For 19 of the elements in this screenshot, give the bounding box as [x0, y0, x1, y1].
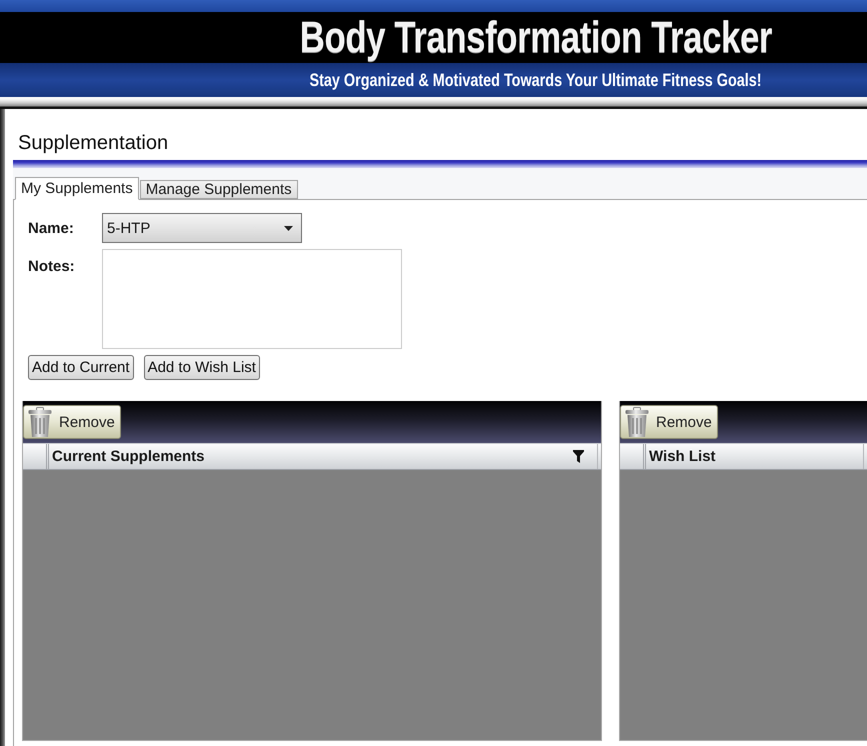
- banner-title: Body Transformation Tracker: [300, 14, 772, 60]
- name-dropdown[interactable]: 5-HTP: [102, 213, 302, 243]
- field-label: Name:: [28, 220, 75, 236]
- column-header[interactable]: Current Supplements: [52, 448, 205, 465]
- banner-subtitle: Stay Organized & Motivated Towards Your Ultimate Fitness Goals!: [310, 70, 762, 90]
- remove-button[interactable]: Remove: [23, 405, 121, 439]
- notes-field[interactable]: [102, 249, 402, 349]
- trash-icon: [28, 407, 52, 437]
- caret-icon: [284, 226, 293, 230]
- filter-icon[interactable]: [573, 450, 584, 463]
- page-title: Supplementation: [17, 131, 170, 156]
- field-label: Notes:: [28, 257, 76, 275]
- remove-button[interactable]: Remove: [620, 405, 718, 439]
- add-button[interactable]: Add to Wish List: [144, 355, 260, 380]
- tab[interactable]: Manage Supplements: [140, 180, 298, 199]
- tab[interactable]: My Supplements: [15, 177, 139, 200]
- column-header[interactable]: Wish List: [649, 448, 716, 465]
- trash-icon: [625, 407, 649, 437]
- add-button[interactable]: Add to Current: [28, 355, 134, 380]
